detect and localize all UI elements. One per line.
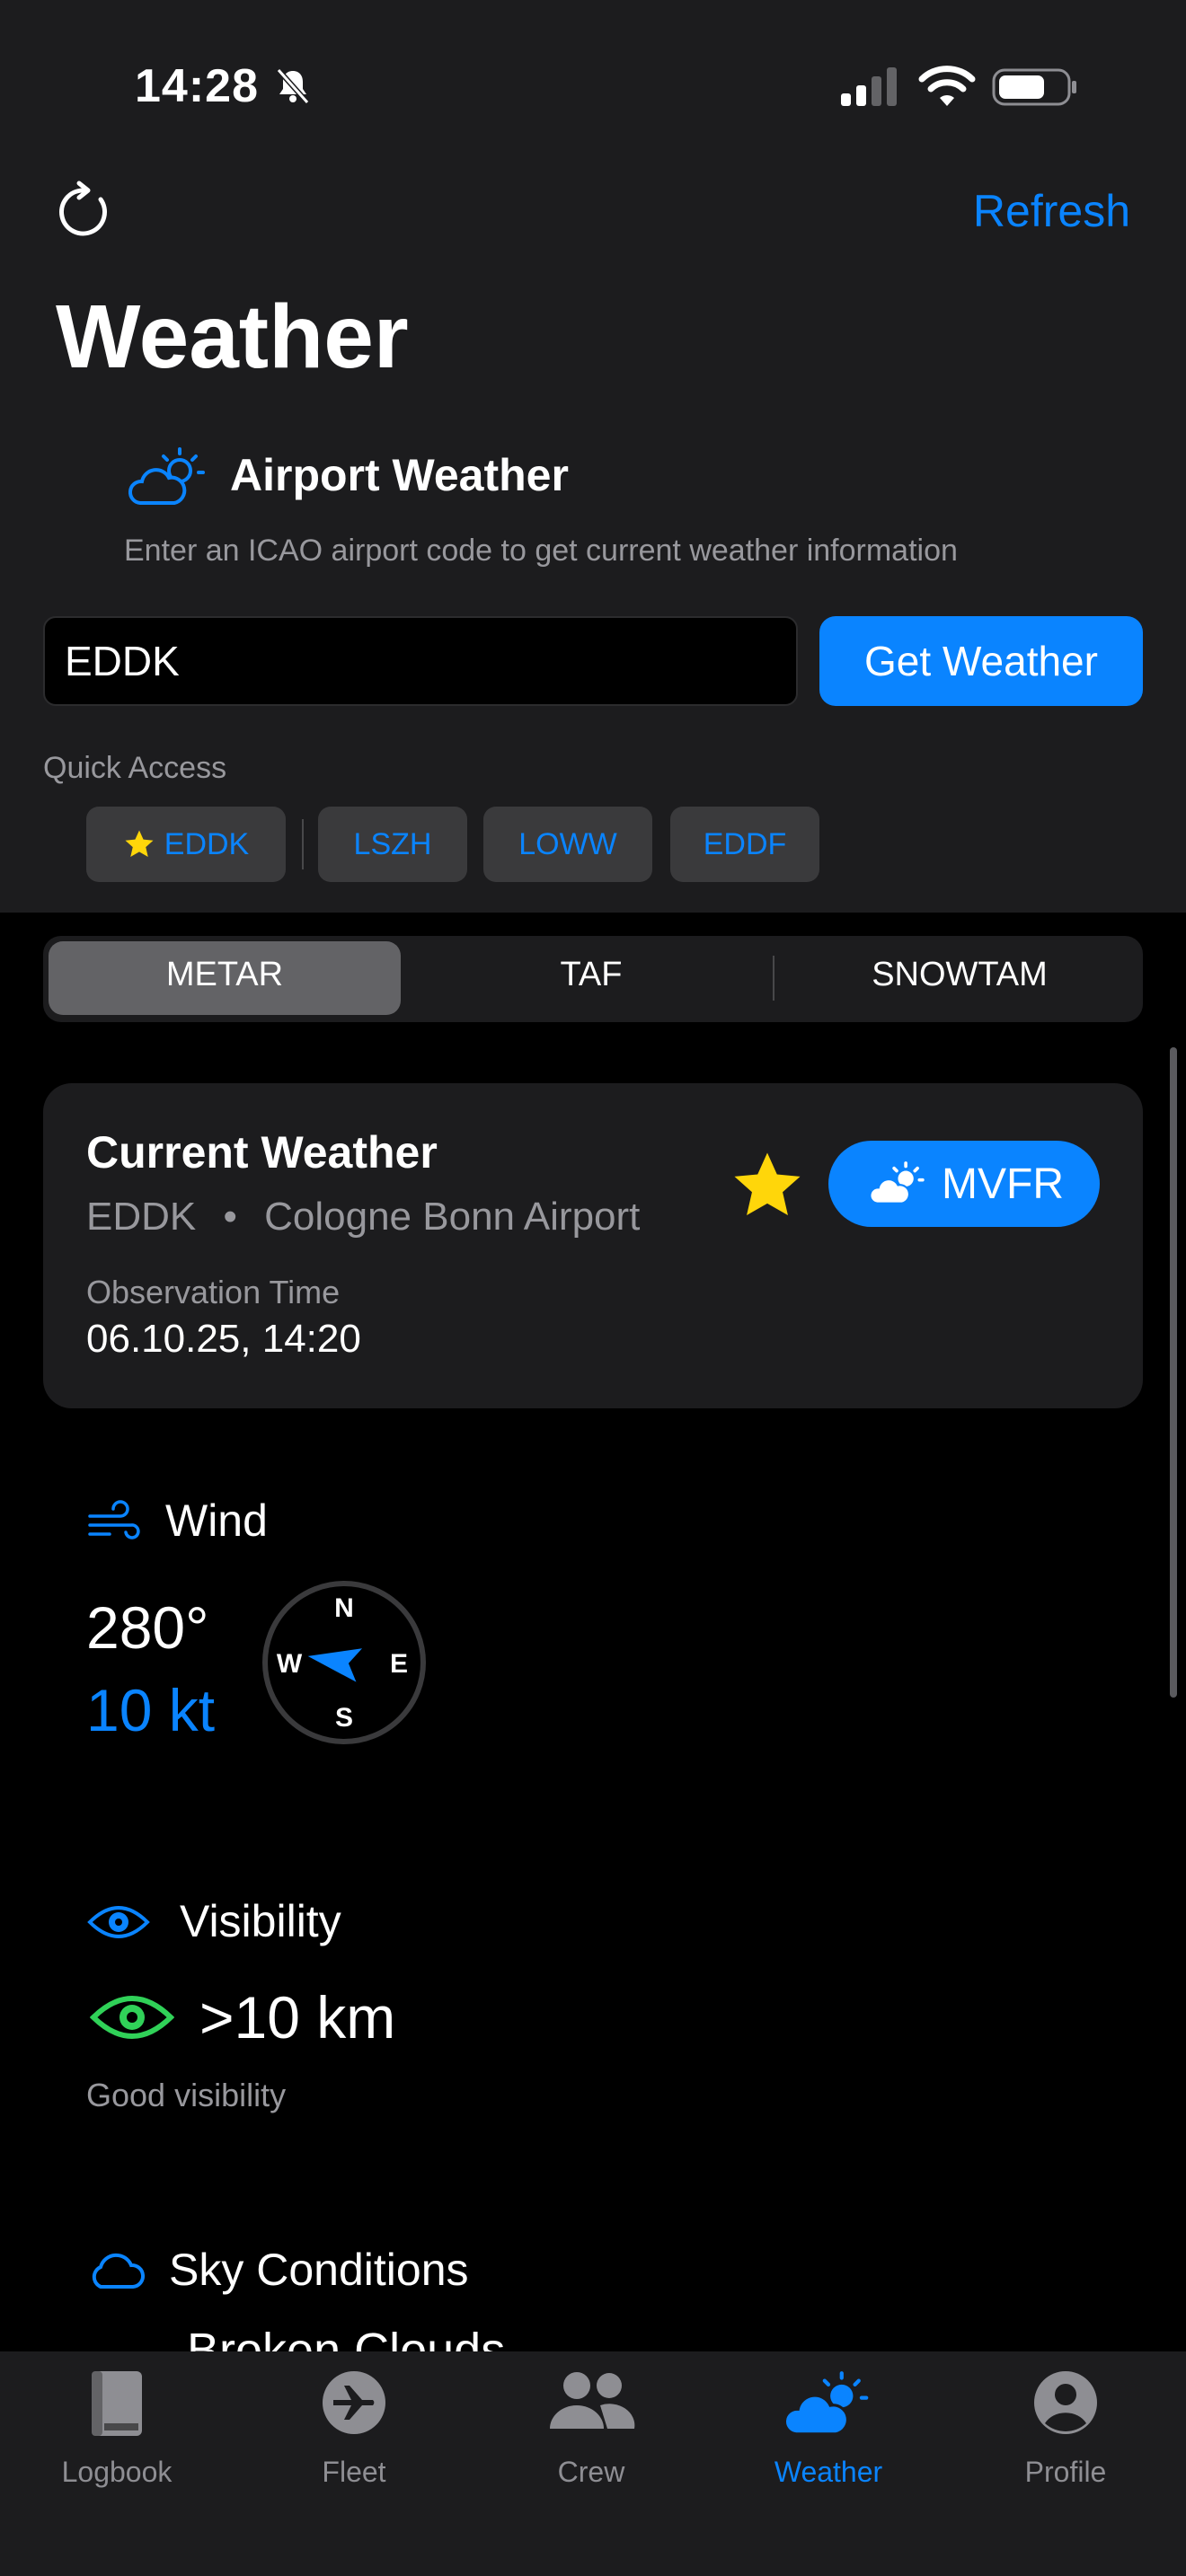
tab-label: Profile bbox=[1024, 2456, 1107, 2488]
compass-w-label: W bbox=[277, 1649, 303, 1679]
chip-label: LSZH bbox=[353, 826, 432, 861]
station-code: EDDK bbox=[86, 1195, 197, 1239]
get-weather-button[interactable]: Get Weather bbox=[819, 616, 1143, 706]
tab-label: Weather bbox=[774, 2456, 883, 2488]
airplane-icon bbox=[323, 2371, 385, 2434]
flight-category-label: MVFR bbox=[942, 1160, 1064, 1208]
cloud-sun-icon bbox=[128, 447, 205, 505]
wind-speed: 10 kt bbox=[86, 1677, 216, 1743]
observation-time-label: Observation Time bbox=[86, 1274, 341, 1310]
airport-weather-title: Airport Weather bbox=[230, 450, 569, 500]
tab-label: Logbook bbox=[61, 2456, 173, 2488]
compass-s-label: S bbox=[335, 1703, 353, 1733]
refresh-button[interactable]: Refresh bbox=[973, 185, 1130, 237]
scrollbar[interactable] bbox=[1170, 1047, 1177, 1698]
tab-crew[interactable]: Crew bbox=[501, 2362, 681, 2497]
cloud-sun-icon bbox=[869, 1161, 925, 1204]
refresh-icon[interactable] bbox=[52, 180, 117, 244]
compass-n-label: N bbox=[334, 1593, 354, 1623]
cloud-sun-icon bbox=[783, 2371, 869, 2436]
tab-logbook[interactable]: Logbook bbox=[27, 2362, 207, 2497]
wind-icon bbox=[88, 1500, 140, 1539]
quick-access-chip-loww[interactable]: LOWW bbox=[483, 807, 652, 882]
quick-access-chip-eddk[interactable]: EDDK bbox=[86, 807, 286, 882]
wind-title: Wind bbox=[165, 1495, 268, 1546]
wind-compass: N S W E bbox=[262, 1581, 426, 1744]
eye-icon bbox=[87, 1906, 150, 1938]
divider bbox=[773, 956, 774, 1001]
quick-access-chip-lszh[interactable]: LSZH bbox=[318, 807, 467, 882]
chip-label: EDDK bbox=[164, 826, 250, 861]
star-icon bbox=[125, 830, 154, 858]
visibility-value: >10 km bbox=[199, 1984, 396, 2051]
flight-category-badge: MVFR bbox=[828, 1141, 1100, 1227]
tab-label: Fleet bbox=[322, 2456, 386, 2488]
page-title: Weather bbox=[56, 287, 409, 387]
bell-slash-icon bbox=[276, 68, 310, 104]
icao-code-input[interactable] bbox=[43, 616, 798, 706]
status-time: 14:28 bbox=[135, 60, 259, 112]
tab-metar[interactable]: METAR bbox=[90, 956, 359, 994]
separator-dot: • bbox=[223, 1195, 237, 1239]
tab-snowtam[interactable]: SNOWTAM bbox=[825, 956, 1094, 994]
airport-name: Cologne Bonn Airport bbox=[264, 1195, 641, 1239]
tab-label: Crew bbox=[557, 2456, 625, 2488]
station-line: EDDK • Cologne Bonn Airport bbox=[86, 1195, 640, 1239]
book-icon bbox=[92, 2371, 142, 2436]
favorite-star-icon[interactable] bbox=[730, 1150, 805, 1222]
wifi-icon bbox=[918, 66, 976, 106]
visibility-title: Visibility bbox=[180, 1896, 341, 1946]
quick-access-chip-eddf[interactable]: EDDF bbox=[670, 807, 819, 882]
tab-weather[interactable]: Weather bbox=[739, 2362, 918, 2497]
quick-access-label: Quick Access bbox=[43, 751, 227, 785]
visibility-description: Good visibility bbox=[86, 2077, 287, 2113]
divider bbox=[302, 819, 304, 869]
wind-direction: 280° bbox=[86, 1594, 209, 1661]
tab-taf[interactable]: TAF bbox=[456, 956, 726, 994]
current-weather-title: Current Weather bbox=[86, 1127, 438, 1178]
cloud-icon bbox=[92, 2253, 145, 2289]
tab-profile[interactable]: Profile bbox=[976, 2362, 1155, 2497]
observation-time-value: 06.10.25, 14:20 bbox=[86, 1317, 361, 1361]
airport-weather-subtitle: Enter an ICAO airport code to get curren… bbox=[124, 534, 958, 568]
tab-fleet[interactable]: Fleet bbox=[264, 2362, 444, 2497]
compass-e-label: E bbox=[390, 1649, 408, 1679]
sky-conditions-title: Sky Conditions bbox=[169, 2245, 469, 2295]
eye-icon bbox=[90, 1996, 174, 2039]
chip-label: EDDF bbox=[703, 826, 787, 861]
cellular-signal-icon bbox=[841, 67, 897, 106]
people-icon bbox=[550, 2372, 635, 2429]
person-circle-icon bbox=[1034, 2371, 1097, 2434]
chip-label: LOWW bbox=[518, 826, 617, 861]
battery-icon bbox=[992, 68, 1076, 106]
